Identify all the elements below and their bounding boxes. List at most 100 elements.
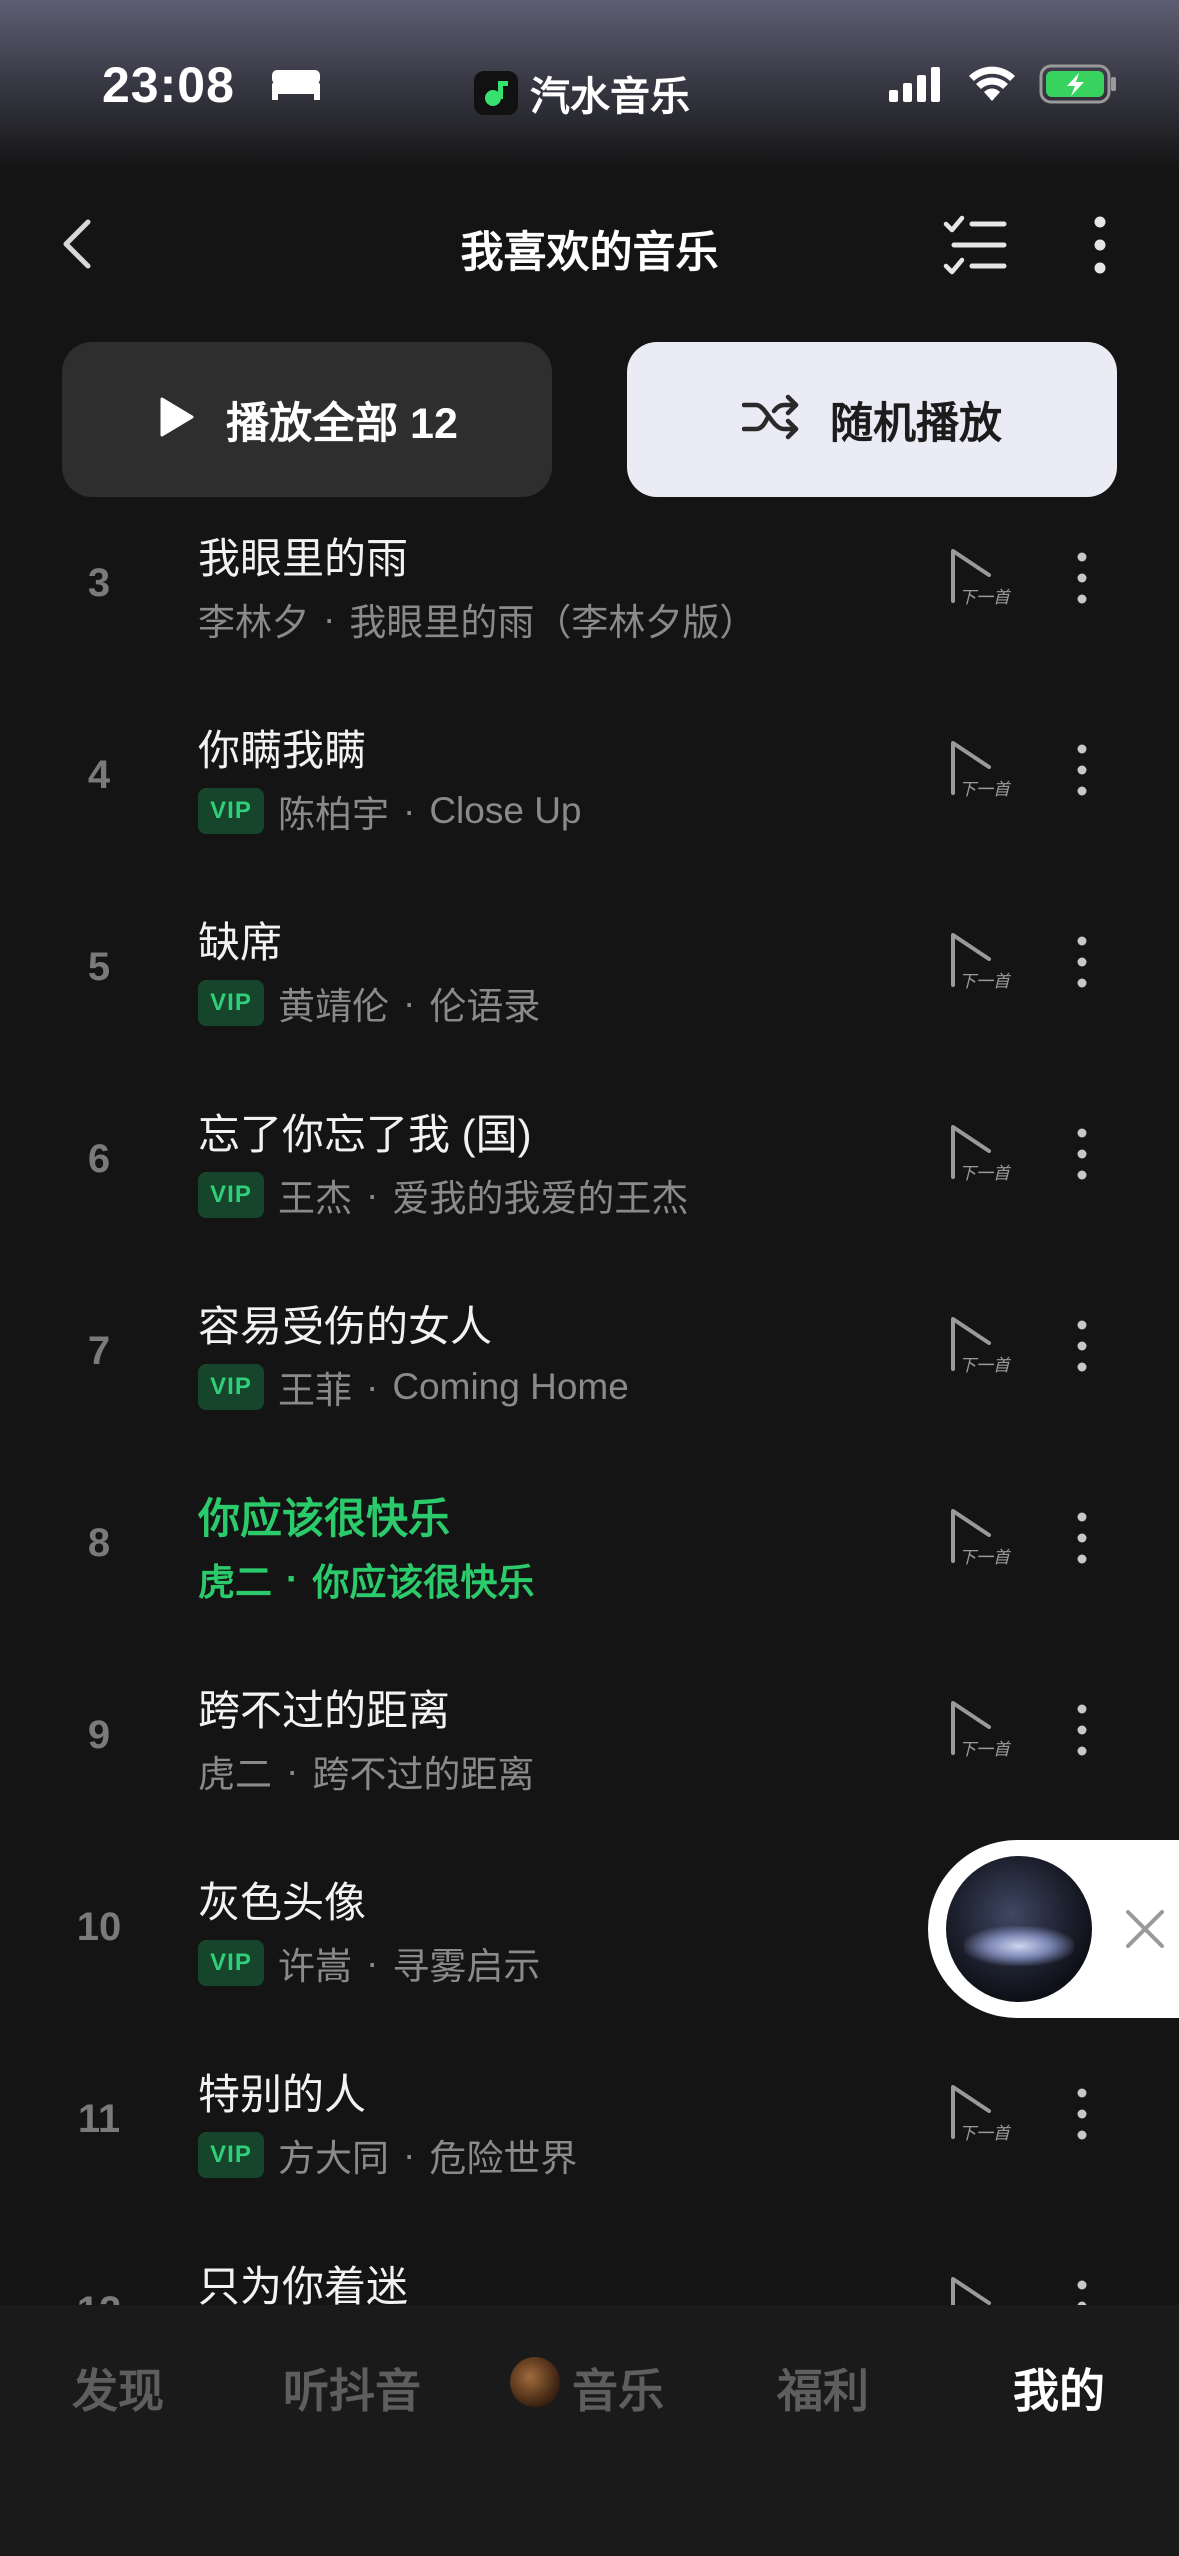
song-artist: 黄靖伦 [278, 986, 389, 1027]
signal-icon [887, 66, 945, 107]
separator: · [323, 598, 336, 639]
bed-icon [268, 66, 324, 107]
song-number: 4 [87, 753, 111, 797]
song-artist: 方大同 [278, 2138, 389, 2179]
song-more-icon[interactable] [1070, 2081, 1094, 2147]
play-next-icon[interactable]: 下一首 [945, 1313, 1013, 1379]
vip-badge: VIP [198, 1172, 264, 1218]
song-title: 缺席 [198, 919, 283, 966]
song-title: 我眼里的雨 [198, 535, 409, 582]
song-album: 伦语录 [429, 986, 541, 1027]
song-subtitle: VIP 王菲 · Coming Home [198, 1360, 629, 1414]
song-row[interactable]: 4 你瞒我瞒 VIP 陈柏宇 · Close Up 下一首 [0, 707, 1179, 899]
song-album: 危险世界 [429, 2138, 578, 2179]
mini-player[interactable] [928, 1840, 1179, 2018]
song-number: 3 [87, 561, 111, 605]
song-more-icon[interactable] [1070, 545, 1094, 611]
song-row[interactable]: 8 你应该很快乐 虎二 · 你应该很快乐 下一首 [0, 1475, 1179, 1667]
song-more-icon[interactable] [1070, 1697, 1094, 1763]
shuffle-icon [741, 393, 800, 446]
nav-douyin[interactable]: 听抖音 [283, 2355, 421, 2421]
song-row[interactable]: 11 特别的人 VIP 方大同 · 危险世界 下一首 [0, 2051, 1179, 2243]
shuffle-button[interactable]: 随机播放 [627, 342, 1117, 497]
song-more-icon[interactable] [1070, 1121, 1094, 1187]
status-time: 23:08 [102, 57, 235, 113]
separator: · [403, 2134, 416, 2175]
multi-select-list-icon[interactable] [940, 210, 1010, 280]
close-icon[interactable] [1118, 1902, 1172, 1956]
play-all-button[interactable]: 播放全部 12 [62, 342, 552, 497]
play-all-label: 播放全部 12 [226, 399, 458, 448]
page-header: 我喜欢的音乐 [0, 190, 1179, 300]
svg-text:下一首: 下一首 [959, 2124, 1011, 2144]
vip-badge: VIP [198, 980, 264, 1026]
song-artist: 陈柏宇 [278, 794, 389, 835]
song-title: 你瞒我瞒 [198, 727, 367, 774]
svg-text:下一首: 下一首 [959, 588, 1011, 608]
status-bar: 23:08 汽水音乐 [0, 0, 1179, 170]
play-icon [156, 395, 196, 444]
song-more-icon[interactable] [1070, 737, 1094, 803]
song-number: 8 [87, 1521, 111, 1565]
separator: · [403, 790, 416, 831]
nav-music-avatar[interactable] [510, 2357, 560, 2407]
play-next-icon[interactable]: 下一首 [945, 1697, 1013, 1763]
battery-charging-icon [1039, 64, 1119, 109]
song-artist: 王杰 [278, 1178, 352, 1219]
song-album: 你应该很快乐 [312, 1562, 535, 1603]
song-title: 容易受伤的女人 [198, 1303, 493, 1350]
song-row[interactable]: 7 容易受伤的女人 VIP 王菲 · Coming Home 下一首 [0, 1283, 1179, 1475]
song-more-icon[interactable] [1070, 1313, 1094, 1379]
separator: · [286, 1558, 299, 1599]
play-next-icon[interactable]: 下一首 [945, 737, 1013, 803]
play-next-icon[interactable]: 下一首 [945, 1121, 1013, 1187]
separator: · [366, 1366, 379, 1407]
song-title: 特别的人 [198, 2071, 367, 2118]
song-album: 寻雾启示 [392, 1946, 541, 1987]
play-next-icon[interactable]: 下一首 [945, 545, 1013, 611]
nav-rewards[interactable]: 福利 [777, 2355, 869, 2421]
svg-text:下一首: 下一首 [959, 1164, 1011, 1184]
song-artist: 许嵩 [278, 1946, 352, 1987]
status-indicators [887, 64, 1119, 109]
song-number: 11 [77, 2097, 121, 2141]
song-title: 你应该很快乐 [198, 1495, 451, 1542]
vip-badge: VIP [198, 788, 264, 834]
separator: · [366, 1174, 379, 1215]
song-artist: 虎二 [198, 1562, 272, 1603]
play-next-icon[interactable]: 下一首 [945, 929, 1013, 995]
song-artist: 虎二 [198, 1754, 272, 1795]
nav-music[interactable]: 音乐 [572, 2355, 664, 2421]
more-vertical-icon[interactable] [1080, 210, 1120, 280]
song-more-icon[interactable] [1070, 1505, 1094, 1571]
svg-text:下一首: 下一首 [959, 1356, 1011, 1376]
song-row[interactable]: 3 我眼里的雨 李林夕 · 我眼里的雨（李林夕版） 下一首 [0, 515, 1179, 707]
song-subtitle: VIP 方大同 · 危险世界 [198, 2128, 577, 2182]
song-album: 跨不过的距离 [312, 1754, 535, 1795]
song-title: 灰色头像 [198, 1879, 367, 1926]
vip-badge: VIP [198, 1940, 264, 1986]
svg-text:下一首: 下一首 [959, 1548, 1011, 1568]
wifi-icon [967, 65, 1017, 108]
nav-discover[interactable]: 发现 [72, 2355, 164, 2421]
separator: · [286, 1750, 299, 1791]
song-row[interactable]: 5 缺席 VIP 黄靖伦 · 伦语录 下一首 [0, 899, 1179, 1091]
song-row[interactable]: 9 跨不过的距离 虎二 · 跨不过的距离 下一首 [0, 1667, 1179, 1859]
song-subtitle: 虎二 · 跨不过的距离 [198, 1744, 534, 1798]
bottom-nav: 发现 听抖音 音乐 福利 我的 [0, 2305, 1179, 2556]
song-number: 10 [76, 1905, 122, 1949]
play-next-icon[interactable]: 下一首 [945, 1505, 1013, 1571]
album-cover[interactable] [946, 1856, 1092, 2002]
song-number: 5 [87, 945, 111, 989]
song-number: 7 [87, 1329, 111, 1373]
svg-text:下一首: 下一首 [959, 972, 1011, 992]
song-subtitle: VIP 许嵩 · 寻雾启示 [198, 1936, 540, 1990]
app-logo-icon [474, 71, 518, 115]
nav-mine[interactable]: 我的 [1013, 2355, 1105, 2421]
separator: · [403, 982, 416, 1023]
song-row[interactable]: 6 忘了你忘了我 (国) VIP 王杰 · 爱我的我爱的王杰 下一首 [0, 1091, 1179, 1283]
song-more-icon[interactable] [1070, 929, 1094, 995]
song-number: 9 [87, 1713, 111, 1757]
song-number: 6 [87, 1137, 111, 1181]
play-next-icon[interactable]: 下一首 [945, 2081, 1013, 2147]
